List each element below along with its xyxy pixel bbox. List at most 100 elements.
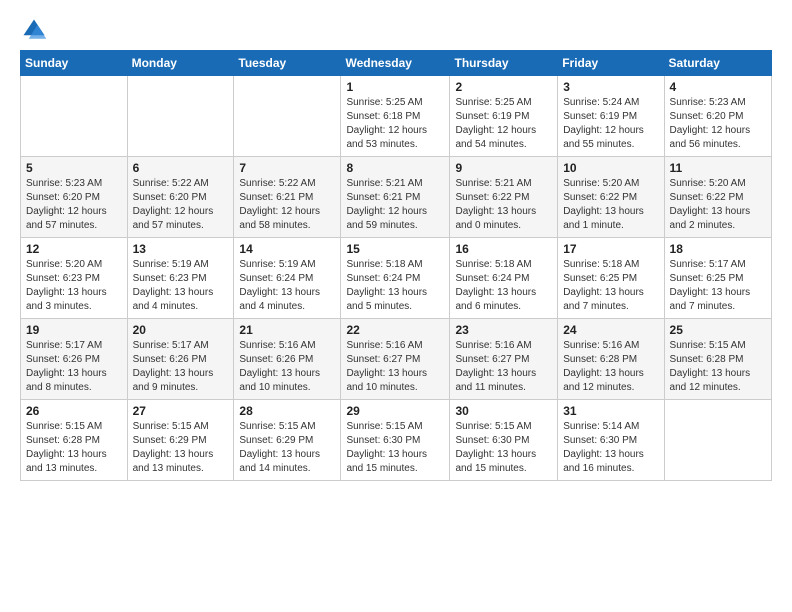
calendar-cell: 14Sunrise: 5:19 AM Sunset: 6:24 PM Dayli… xyxy=(234,238,341,319)
calendar-cell: 10Sunrise: 5:20 AM Sunset: 6:22 PM Dayli… xyxy=(558,157,664,238)
day-number: 3 xyxy=(563,80,658,94)
calendar-cell: 29 Sunrise: 5:15 AM Sunset: 6:30 PM Dayli… xyxy=(341,400,450,481)
calendar-cell: 28 Sunrise: 5:15 AM Sunset: 6:29 PM Dayli… xyxy=(234,400,341,481)
day-number: 20 xyxy=(133,323,229,337)
day-info: Sunrise: 5:18 AM Sunset: 6:25 PM Dayligh… xyxy=(563,258,658,314)
day-number: 15 xyxy=(346,242,444,256)
day-info: Sunrise: 5:15 AM Sunset: 6:28 PM Dayligh… xyxy=(26,420,122,476)
day-number: 9 xyxy=(455,161,552,175)
calendar-cell: 9 Sunrise: 5:21 AM Sunset: 6:22 PM Daylig… xyxy=(450,157,558,238)
calendar-header: SundayMondayTuesdayWednesdayThursdayFrid… xyxy=(21,51,772,76)
day-info: Sunrise: 5:16 AM Sunset: 6:27 PM Dayligh… xyxy=(346,339,444,395)
day-info: Sunrise: 5:17 AM Sunset: 6:26 PM Dayligh… xyxy=(133,339,229,395)
day-info: Sunrise: 5:15 AM Sunset: 6:29 PM Dayligh… xyxy=(133,420,229,476)
day-number: 25 xyxy=(670,323,766,337)
calendar-cell: 24Sunrise: 5:16 AM Sunset: 6:28 PM Dayli… xyxy=(558,319,664,400)
calendar-body: 1 Sunrise: 5:25 AM Sunset: 6:18 PM Daylig… xyxy=(21,76,772,481)
day-number: 14 xyxy=(239,242,335,256)
calendar-cell: 30Sunrise: 5:15 AM Sunset: 6:30 PM Dayli… xyxy=(450,400,558,481)
calendar-cell: 21 Sunrise: 5:16 AM Sunset: 6:26 PM Dayli… xyxy=(234,319,341,400)
weekday-header-thursday: Thursday xyxy=(450,51,558,76)
day-info: Sunrise: 5:22 AM Sunset: 6:21 PM Dayligh… xyxy=(239,177,335,233)
day-number: 6 xyxy=(133,161,229,175)
calendar-cell: 2 Sunrise: 5:25 AM Sunset: 6:19 PM Daylig… xyxy=(450,76,558,157)
day-number: 26 xyxy=(26,404,122,418)
day-number: 22 xyxy=(346,323,444,337)
calendar-cell: 1 Sunrise: 5:25 AM Sunset: 6:18 PM Daylig… xyxy=(341,76,450,157)
calendar-cell: 22 Sunrise: 5:16 AM Sunset: 6:27 PM Dayli… xyxy=(341,319,450,400)
day-number: 28 xyxy=(239,404,335,418)
calendar-cell: 23Sunrise: 5:16 AM Sunset: 6:27 PM Dayli… xyxy=(450,319,558,400)
day-info: Sunrise: 5:23 AM Sunset: 6:20 PM Dayligh… xyxy=(26,177,122,233)
day-info: Sunrise: 5:16 AM Sunset: 6:28 PM Dayligh… xyxy=(563,339,658,395)
day-info: Sunrise: 5:15 AM Sunset: 6:30 PM Dayligh… xyxy=(346,420,444,476)
logo-icon xyxy=(20,16,48,44)
day-number: 5 xyxy=(26,161,122,175)
day-info: Sunrise: 5:25 AM Sunset: 6:19 PM Dayligh… xyxy=(455,96,552,152)
day-info: Sunrise: 5:16 AM Sunset: 6:26 PM Dayligh… xyxy=(239,339,335,395)
weekday-header-saturday: Saturday xyxy=(664,51,771,76)
day-info: Sunrise: 5:15 AM Sunset: 6:29 PM Dayligh… xyxy=(239,420,335,476)
day-number: 2 xyxy=(455,80,552,94)
calendar-cell: 20 Sunrise: 5:17 AM Sunset: 6:26 PM Dayli… xyxy=(127,319,234,400)
calendar-cell: 18Sunrise: 5:17 AM Sunset: 6:25 PM Dayli… xyxy=(664,238,771,319)
day-info: Sunrise: 5:19 AM Sunset: 6:23 PM Dayligh… xyxy=(133,258,229,314)
day-number: 4 xyxy=(670,80,766,94)
day-info: Sunrise: 5:20 AM Sunset: 6:22 PM Dayligh… xyxy=(563,177,658,233)
calendar-cell: 3 Sunrise: 5:24 AM Sunset: 6:19 PM Daylig… xyxy=(558,76,664,157)
day-number: 13 xyxy=(133,242,229,256)
day-number: 29 xyxy=(346,404,444,418)
calendar-cell: 16Sunrise: 5:18 AM Sunset: 6:24 PM Dayli… xyxy=(450,238,558,319)
day-number: 11 xyxy=(670,161,766,175)
calendar-week-row: 1 Sunrise: 5:25 AM Sunset: 6:18 PM Daylig… xyxy=(21,76,772,157)
day-number: 8 xyxy=(346,161,444,175)
calendar-week-row: 19Sunrise: 5:17 AM Sunset: 6:26 PM Dayli… xyxy=(21,319,772,400)
day-info: Sunrise: 5:22 AM Sunset: 6:20 PM Dayligh… xyxy=(133,177,229,233)
calendar-cell xyxy=(234,76,341,157)
day-info: Sunrise: 5:25 AM Sunset: 6:18 PM Dayligh… xyxy=(346,96,444,152)
calendar-week-row: 5 Sunrise: 5:23 AM Sunset: 6:20 PM Daylig… xyxy=(21,157,772,238)
weekday-header-friday: Friday xyxy=(558,51,664,76)
day-number: 31 xyxy=(563,404,658,418)
calendar-week-row: 12 Sunrise: 5:20 AM Sunset: 6:23 PM Dayli… xyxy=(21,238,772,319)
day-info: Sunrise: 5:24 AM Sunset: 6:19 PM Dayligh… xyxy=(563,96,658,152)
day-info: Sunrise: 5:18 AM Sunset: 6:24 PM Dayligh… xyxy=(346,258,444,314)
day-number: 18 xyxy=(670,242,766,256)
calendar-cell: 19Sunrise: 5:17 AM Sunset: 6:26 PM Dayli… xyxy=(21,319,128,400)
calendar-cell: 12 Sunrise: 5:20 AM Sunset: 6:23 PM Dayli… xyxy=(21,238,128,319)
day-number: 12 xyxy=(26,242,122,256)
calendar-page: SundayMondayTuesdayWednesdayThursdayFrid… xyxy=(0,0,792,612)
day-info: Sunrise: 5:23 AM Sunset: 6:20 PM Dayligh… xyxy=(670,96,766,152)
day-info: Sunrise: 5:15 AM Sunset: 6:28 PM Dayligh… xyxy=(670,339,766,395)
day-info: Sunrise: 5:20 AM Sunset: 6:23 PM Dayligh… xyxy=(26,258,122,314)
day-number: 27 xyxy=(133,404,229,418)
calendar-week-row: 26 Sunrise: 5:15 AM Sunset: 6:28 PM Dayli… xyxy=(21,400,772,481)
calendar-cell: 8 Sunrise: 5:21 AM Sunset: 6:21 PM Daylig… xyxy=(341,157,450,238)
weekday-header-wednesday: Wednesday xyxy=(341,51,450,76)
calendar-cell xyxy=(664,400,771,481)
calendar-cell xyxy=(21,76,128,157)
weekday-header-sunday: Sunday xyxy=(21,51,128,76)
day-number: 30 xyxy=(455,404,552,418)
weekday-header-row: SundayMondayTuesdayWednesdayThursdayFrid… xyxy=(21,51,772,76)
weekday-header-tuesday: Tuesday xyxy=(234,51,341,76)
calendar-cell: 17 Sunrise: 5:18 AM Sunset: 6:25 PM Dayli… xyxy=(558,238,664,319)
calendar-cell xyxy=(127,76,234,157)
calendar-cell: 7 Sunrise: 5:22 AM Sunset: 6:21 PM Daylig… xyxy=(234,157,341,238)
logo xyxy=(20,16,52,44)
calendar-cell: 13 Sunrise: 5:19 AM Sunset: 6:23 PM Dayli… xyxy=(127,238,234,319)
calendar-cell: 27 Sunrise: 5:15 AM Sunset: 6:29 PM Dayli… xyxy=(127,400,234,481)
day-info: Sunrise: 5:21 AM Sunset: 6:21 PM Dayligh… xyxy=(346,177,444,233)
calendar-cell: 6 Sunrise: 5:22 AM Sunset: 6:20 PM Daylig… xyxy=(127,157,234,238)
day-number: 1 xyxy=(346,80,444,94)
day-info: Sunrise: 5:21 AM Sunset: 6:22 PM Dayligh… xyxy=(455,177,552,233)
calendar-cell: 11Sunrise: 5:20 AM Sunset: 6:22 PM Dayli… xyxy=(664,157,771,238)
day-number: 21 xyxy=(239,323,335,337)
day-number: 17 xyxy=(563,242,658,256)
calendar-cell: 5 Sunrise: 5:23 AM Sunset: 6:20 PM Daylig… xyxy=(21,157,128,238)
calendar-cell: 4 Sunrise: 5:23 AM Sunset: 6:20 PM Daylig… xyxy=(664,76,771,157)
day-info: Sunrise: 5:18 AM Sunset: 6:24 PM Dayligh… xyxy=(455,258,552,314)
calendar-cell: 25 Sunrise: 5:15 AM Sunset: 6:28 PM Dayli… xyxy=(664,319,771,400)
day-number: 7 xyxy=(239,161,335,175)
day-number: 23 xyxy=(455,323,552,337)
